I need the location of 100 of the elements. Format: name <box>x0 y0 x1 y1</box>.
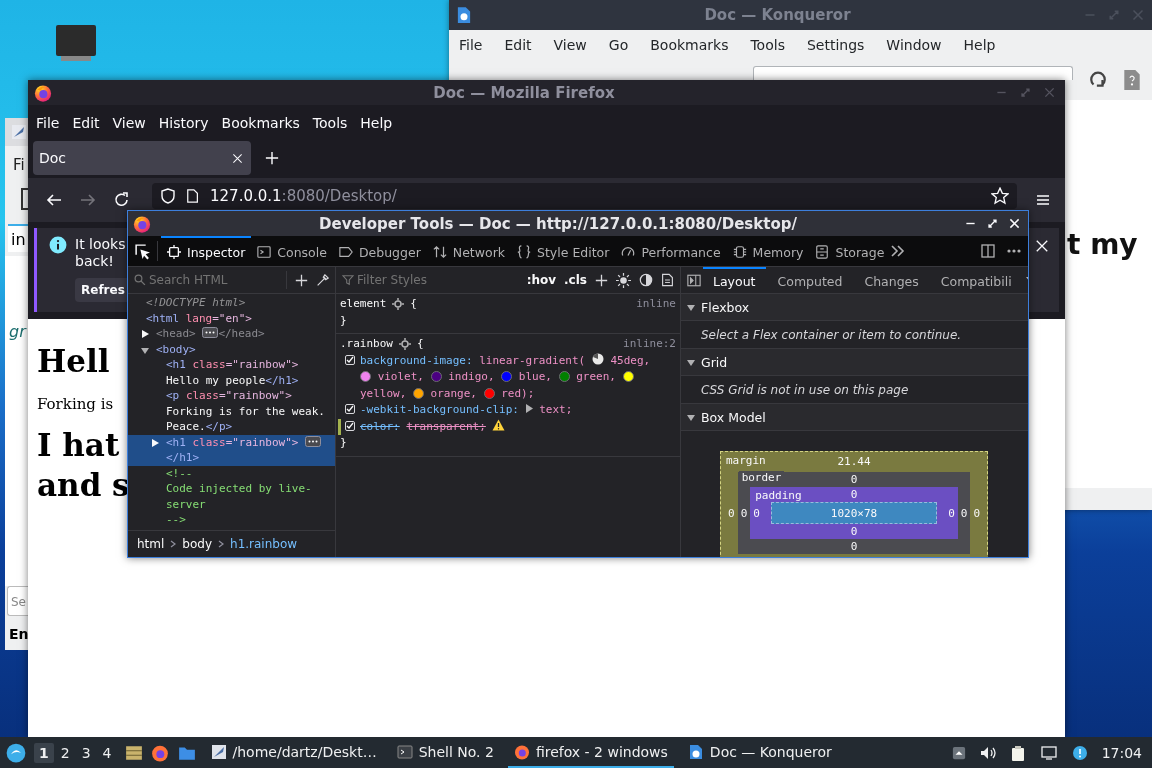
css-value[interactable]: blue, <box>518 370 552 383</box>
css-value[interactable]: violet, <box>377 370 424 383</box>
color-swatch[interactable] <box>430 371 442 382</box>
expanded-arrow-icon[interactable] <box>141 345 149 354</box>
css-value[interactable]: linear-gradient( <box>479 353 586 367</box>
color-swatch[interactable] <box>558 371 570 382</box>
css-value[interactable]: transparent; <box>406 419 486 433</box>
box-model-value[interactable]: 0 <box>948 506 955 520</box>
task-button[interactable]: /home/dartz/Deskt… <box>204 737 383 768</box>
element-node[interactable]: <h1 class="rainbow"> Hello my people</h1> <box>166 357 331 388</box>
css-value[interactable]: indigo, <box>448 370 495 383</box>
color-swatch[interactable] <box>360 371 371 382</box>
notification-icon[interactable] <box>1071 744 1088 761</box>
color-swatch[interactable] <box>413 387 424 399</box>
css-property[interactable]: -webkit-background-clip: <box>360 403 519 416</box>
css-property[interactable]: color: <box>360 419 400 433</box>
menu-item[interactable]: Bookmarks <box>221 115 300 131</box>
box-model-value[interactable]: 0 <box>973 506 980 520</box>
expand-arrow-icon[interactable] <box>525 404 533 413</box>
box-model-value[interactable]: 0 <box>740 506 748 520</box>
desktop-switch[interactable]: 4 <box>97 742 117 763</box>
box-model-value[interactable]: 0 <box>848 524 860 539</box>
monitor-icon[interactable] <box>55 24 97 62</box>
checkbox[interactable] <box>345 354 355 365</box>
expanded-arrow-icon[interactable] <box>687 413 695 421</box>
element-picker-icon[interactable] <box>134 242 151 260</box>
task-button[interactable]: Doc — Konqueror <box>681 737 838 768</box>
address-bar[interactable]: 127.0.0.1:8080/Desktop/ <box>152 183 1017 209</box>
url-field[interactable] <box>753 66 1073 80</box>
network-icon[interactable] <box>1039 744 1058 761</box>
css-value[interactable]: text; <box>539 403 573 416</box>
css-source-link[interactable]: inline <box>636 296 676 313</box>
checkbox[interactable] <box>345 404 355 414</box>
checkbox[interactable] <box>345 420 355 431</box>
menu-item[interactable]: Bookmarks <box>650 37 729 53</box>
gear-icon[interactable] <box>392 298 405 311</box>
tree-row[interactable]: <h1 class="rainbow"> Hello my people</h1> <box>128 357 335 388</box>
dock-side-icon[interactable] <box>980 243 996 259</box>
tree-row[interactable]: <body> <box>128 341 335 357</box>
add-node-icon[interactable] <box>295 273 308 287</box>
expanded-arrow-icon[interactable] <box>687 358 695 366</box>
gear-icon[interactable] <box>399 338 411 351</box>
box-model-value[interactable]: 0 <box>848 487 860 502</box>
menu-icon[interactable] <box>1035 192 1051 208</box>
css-value[interactable]: 45deg, <box>610 353 651 367</box>
desktop-switch[interactable]: 3 <box>76 742 96 763</box>
box-model-value[interactable]: 0 <box>848 539 860 554</box>
box-model-value[interactable]: 0 <box>753 506 760 520</box>
new-tab-icon[interactable] <box>265 151 279 165</box>
devtools-tab[interactable]: Debugger <box>332 236 427 266</box>
eyedropper-icon[interactable] <box>316 273 329 287</box>
angle-swatch-icon[interactable] <box>591 352 604 365</box>
menu-item[interactable]: Settings <box>806 37 865 53</box>
tray-expand-icon[interactable] <box>951 745 966 760</box>
css-declaration[interactable]: -webkit-background-clip: text; <box>340 402 676 419</box>
css-selector[interactable]: .rainbow <box>340 336 393 353</box>
css-value[interactable]: orange, <box>430 386 477 400</box>
comment-node[interactable]: <!-- Code injected by live-server --> <box>166 465 331 528</box>
desktop-switch[interactable]: 1 <box>34 742 54 763</box>
menu-item[interactable]: History <box>158 115 209 131</box>
page-icon[interactable] <box>186 188 200 204</box>
devtools-tab[interactable]: Network <box>426 236 511 266</box>
box-model-value[interactable]: 0 <box>960 506 968 520</box>
warning-icon[interactable] <box>492 418 506 431</box>
css-value[interactable]: red); <box>501 386 535 400</box>
desktop-switch[interactable]: 2 <box>55 742 75 763</box>
menu-item[interactable]: Help <box>360 115 393 131</box>
css-declaration[interactable]: color: transparent; <box>340 418 676 435</box>
browser-tab[interactable]: Doc <box>33 141 251 175</box>
color-swatch[interactable] <box>483 387 495 399</box>
collapsed-arrow-icon[interactable] <box>141 330 149 338</box>
clipboard-icon[interactable] <box>1009 743 1026 762</box>
info-icon[interactable] <box>49 236 67 254</box>
box-model-value[interactable]: 0 <box>728 506 735 520</box>
menu-item[interactable]: View <box>553 37 587 53</box>
devtools-tab[interactable]: Console <box>251 236 333 266</box>
element-node[interactable]: <p class="rainbow"> Forking is for the weak. Peace.</p> <box>166 388 331 435</box>
color-swatch[interactable] <box>622 371 634 382</box>
add-rule-icon[interactable] <box>595 273 608 287</box>
refresh-button[interactable]: Refres <box>75 278 127 302</box>
css-declaration[interactable]: background-image: linear-gradient( 45deg, violet, indigo, blue, green, yellow, orange, red); <box>340 352 676 402</box>
tree-row[interactable]: <h1 class="rainbow"> </h1> <box>128 434 335 466</box>
menu-item[interactable]: File <box>459 37 483 53</box>
devtools-tab[interactable]: Style Editor <box>511 236 616 266</box>
reload-icon[interactable] <box>114 192 130 208</box>
color-swatch[interactable] <box>501 371 513 382</box>
sun-icon[interactable] <box>616 272 631 288</box>
breadcrumb[interactable]: body <box>182 537 213 551</box>
contrast-icon[interactable] <box>639 273 653 287</box>
css-value[interactable]: green, <box>576 370 616 383</box>
sidebar-tab[interactable]: Changes <box>854 267 929 293</box>
tree-row[interactable]: <head> </head> <box>128 326 335 342</box>
menu-item[interactable]: File <box>36 115 60 131</box>
menu-item[interactable]: Fi <box>5 146 29 180</box>
box-model-content[interactable]: 1020×78 <box>770 502 938 524</box>
collapsed-arrow-icon[interactable] <box>151 438 159 447</box>
quill-icon[interactable] <box>11 124 27 140</box>
reload-icon[interactable] <box>1089 71 1107 89</box>
document-icon[interactable] <box>661 273 674 287</box>
menu-item[interactable]: Tools <box>750 37 785 53</box>
